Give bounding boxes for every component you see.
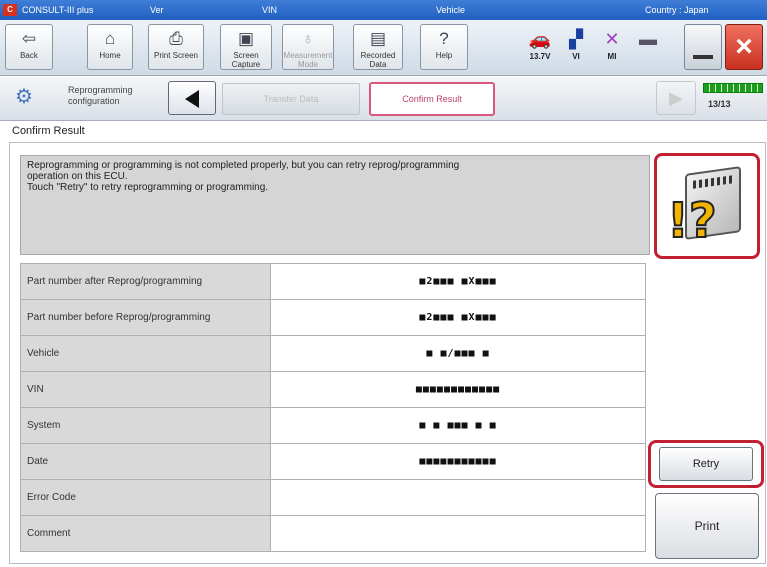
car-icon: 🚗: [528, 29, 552, 49]
row-value: ■ ■ ■■■ ■ ■: [270, 407, 646, 444]
minimize-button[interactable]: [684, 24, 722, 70]
next-step-button[interactable]: ▶: [656, 81, 696, 115]
help-icon: ?: [439, 29, 449, 48]
table-row: Error Code: [20, 479, 646, 516]
meter-icon: ♁: [301, 29, 315, 48]
mi-disconnected-icon: ✕: [604, 29, 620, 49]
result-table: Part number after Reprog/programming ■2■…: [20, 263, 646, 552]
ecu-warning-image: !?: [654, 153, 760, 259]
row-value: [270, 479, 646, 516]
vi-connector-icon: ▞: [569, 29, 583, 49]
app-logo-icon: C: [3, 4, 17, 16]
device-status: ▬: [633, 26, 663, 52]
message-line: Reprogramming or programming is not comp…: [27, 160, 460, 171]
print-screen-button[interactable]: ⎙ Print Screen: [148, 24, 204, 70]
status-icons: 🚗 13.7V ▞ VI ✕ MI ▬: [525, 26, 680, 70]
vi-status: ▞ VI: [561, 26, 591, 61]
table-row: System ■ ■ ■■■ ■ ■: [20, 407, 646, 444]
home-button[interactable]: ⌂ Home: [87, 24, 133, 70]
row-label: Part number after Reprog/programming: [20, 263, 271, 300]
mi-status: ✕ MI: [597, 26, 627, 61]
battery-status: 🚗 13.7V: [525, 26, 555, 61]
main-content: Reprogramming or programming is not comp…: [9, 142, 766, 564]
table-row: Vehicle ■ ■/■■■ ■: [20, 335, 646, 372]
back-button[interactable]: ⇦ Back: [5, 24, 53, 70]
row-value: ■■■■■■■■■■■■: [270, 371, 646, 408]
vin-label: VIN: [262, 5, 278, 15]
row-value: [270, 515, 646, 552]
progress-indicator: [703, 83, 763, 93]
step-transfer-data: Transfer Data: [222, 83, 360, 115]
table-row: Part number after Reprog/programming ■2■…: [20, 263, 646, 300]
help-button[interactable]: ? Help: [420, 24, 468, 70]
country-label: Country : Japan: [645, 5, 709, 15]
row-value: ■■■■■■■■■■■: [270, 443, 646, 480]
message-box: Reprogramming or programming is not comp…: [20, 155, 650, 255]
row-label: Date: [20, 443, 271, 480]
page-number: 13/13: [708, 99, 731, 109]
retry-button[interactable]: Retry: [659, 447, 753, 481]
printer-icon: ⎙: [169, 29, 183, 48]
warning-icon: !?: [666, 193, 718, 249]
message-line: operation on this ECU.: [27, 171, 128, 182]
row-value: ■2■■■ ■X■■■: [270, 263, 646, 300]
title-bar: C CONSULT-III plus Ver VIN Vehicle Count…: [0, 0, 767, 20]
row-label: VIN: [20, 371, 271, 408]
step-confirm-result: Confirm Result: [369, 82, 495, 116]
previous-step-button[interactable]: [168, 81, 216, 115]
recorded-data-icon: ▤: [369, 29, 387, 48]
nav-title: Reprogramming configuration: [68, 85, 133, 106]
row-label: Error Code: [20, 479, 271, 516]
print-button[interactable]: Print: [655, 493, 759, 559]
screen-capture-button[interactable]: ▣ Screen Capture: [220, 24, 272, 70]
table-row: Date ■■■■■■■■■■■: [20, 443, 646, 480]
device-icon: ▬: [639, 29, 657, 49]
step-navigation-bar: ⚙ Reprogramming configuration Transfer D…: [0, 77, 767, 121]
table-row: VIN ■■■■■■■■■■■■: [20, 371, 646, 408]
toolbar: ⇦ Back ⌂ Home ⎙ Print Screen ▣ Screen Ca…: [0, 20, 767, 76]
ver-label: Ver: [150, 5, 164, 15]
measurement-mode-button[interactable]: ♁ Measurement Mode: [282, 24, 334, 70]
row-value: ■ ■/■■■ ■: [270, 335, 646, 372]
message-line: Touch "Retry" to retry reprogramming or …: [27, 182, 269, 193]
reprogramming-icon: ⚙: [15, 86, 33, 108]
recorded-data-button[interactable]: ▤ Recorded Data: [353, 24, 403, 70]
row-label: Vehicle: [20, 335, 271, 372]
table-row: Comment: [20, 515, 646, 552]
back-arrow-icon: ⇦: [21, 29, 37, 48]
row-label: Part number before Reprog/programming: [20, 299, 271, 336]
row-label: System: [20, 407, 271, 444]
retry-highlight: Retry: [648, 440, 764, 488]
table-row: Part number before Reprog/programming ■2…: [20, 299, 646, 336]
screen-title: Confirm Result: [12, 125, 85, 137]
close-button[interactable]: ×: [725, 24, 763, 70]
row-value: ■2■■■ ■X■■■: [270, 299, 646, 336]
home-icon: ⌂: [104, 29, 116, 48]
vehicle-label: Vehicle: [436, 5, 466, 15]
row-label: Comment: [20, 515, 271, 552]
camera-icon: ▣: [237, 29, 255, 48]
app-name: CONSULT-III plus: [22, 5, 94, 15]
